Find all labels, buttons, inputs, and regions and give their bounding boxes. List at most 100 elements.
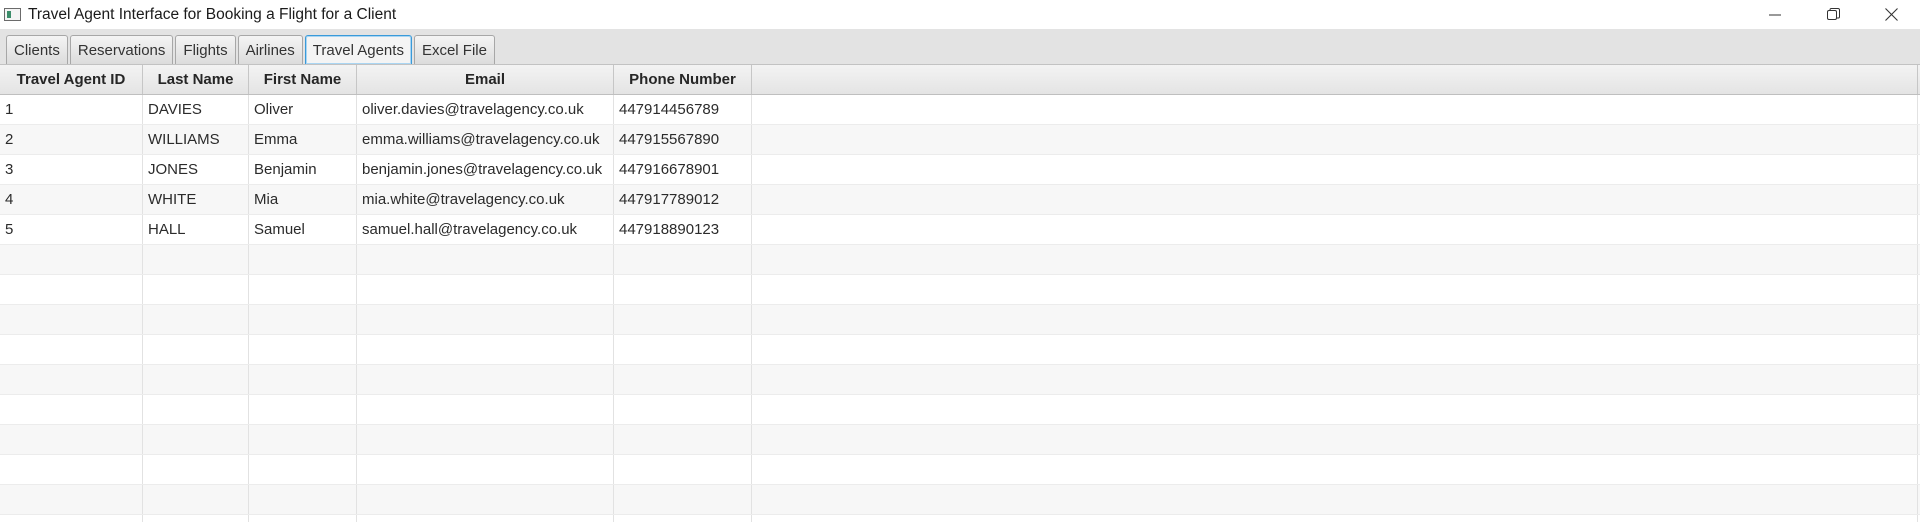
- empty-cell: [143, 515, 249, 522]
- tab-travel-agents[interactable]: Travel Agents: [304, 35, 412, 64]
- empty-cell: [143, 455, 249, 484]
- empty-cell: [357, 515, 614, 522]
- empty-cell: [143, 335, 249, 364]
- cell-filler: [752, 425, 1918, 454]
- table-header-row: Travel Agent ID Last Name First Name Ema…: [0, 65, 1920, 95]
- empty-cell: [143, 275, 249, 304]
- cell-email: samuel.hall@travelagency.co.uk: [357, 215, 614, 244]
- cell-phone-number: 447915567890: [614, 125, 752, 154]
- empty-cell: [357, 305, 614, 334]
- empty-cell: [357, 245, 614, 274]
- empty-cell: [249, 455, 357, 484]
- cell-filler: [752, 185, 1918, 214]
- tab-flights[interactable]: Flights: [175, 35, 236, 64]
- empty-table-row: [0, 305, 1920, 335]
- empty-cell: [143, 305, 249, 334]
- java-app-icon: [4, 8, 21, 21]
- empty-cell: [143, 365, 249, 394]
- empty-cell: [614, 425, 752, 454]
- table-row[interactable]: 3 JONES Benjamin benjamin.jones@travelag…: [0, 155, 1920, 185]
- empty-cell: [614, 515, 752, 522]
- empty-table-row: [0, 395, 1920, 425]
- empty-table-row: [0, 275, 1920, 305]
- table-row[interactable]: 1 DAVIES Oliver oliver.davies@travelagen…: [0, 95, 1920, 125]
- empty-table-row: [0, 515, 1920, 522]
- empty-cell: [249, 515, 357, 522]
- empty-cell: [0, 245, 143, 274]
- empty-cell: [614, 455, 752, 484]
- empty-cell: [614, 305, 752, 334]
- empty-cell: [249, 425, 357, 454]
- cell-first-name: Oliver: [249, 95, 357, 124]
- table-row[interactable]: 5 HALL Samuel samuel.hall@travelagency.c…: [0, 215, 1920, 245]
- tab-label: Airlines: [245, 41, 295, 59]
- empty-cell: [357, 455, 614, 484]
- cell-filler: [752, 155, 1918, 184]
- tab-label: Excel File: [421, 41, 487, 59]
- column-header-first-name[interactable]: First Name: [249, 65, 357, 94]
- cell-email: oliver.davies@travelagency.co.uk: [357, 95, 614, 124]
- column-header-travel-agent-id[interactable]: Travel Agent ID: [0, 65, 143, 94]
- tab-list: Clients Reservations Flights Airlines Tr…: [6, 35, 497, 64]
- empty-cell: [0, 305, 143, 334]
- cell-filler: [752, 305, 1918, 334]
- cell-travel-agent-id: 4: [0, 185, 143, 214]
- tab-label: Clients: [14, 41, 60, 59]
- empty-cell: [0, 395, 143, 424]
- cell-first-name: Samuel: [249, 215, 357, 244]
- empty-cell: [0, 425, 143, 454]
- cell-first-name: Benjamin: [249, 155, 357, 184]
- empty-cell: [249, 335, 357, 364]
- tab-reservations[interactable]: Reservations: [69, 35, 174, 64]
- empty-cell: [249, 245, 357, 274]
- minimize-icon: [1769, 14, 1781, 15]
- cell-filler: [752, 95, 1918, 124]
- cell-email: mia.white@travelagency.co.uk: [357, 185, 614, 214]
- cell-last-name: JONES: [143, 155, 249, 184]
- tab-airlines[interactable]: Airlines: [237, 35, 303, 64]
- cell-first-name: Emma: [249, 125, 357, 154]
- empty-cell: [0, 515, 143, 522]
- column-header-phone-number[interactable]: Phone Number: [614, 65, 752, 94]
- travel-agents-table[interactable]: Travel Agent ID Last Name First Name Ema…: [0, 65, 1920, 522]
- table-row[interactable]: 2 WILLIAMS Emma emma.williams@travelagen…: [0, 125, 1920, 155]
- window-title: Travel Agent Interface for Booking a Fli…: [28, 5, 397, 23]
- cell-filler: [752, 215, 1918, 244]
- cell-filler: [752, 125, 1918, 154]
- tab-excel-file[interactable]: Excel File: [413, 35, 495, 64]
- column-header-email[interactable]: Email: [357, 65, 614, 94]
- empty-cell: [249, 275, 357, 304]
- empty-cell: [614, 485, 752, 514]
- empty-cell: [143, 395, 249, 424]
- cell-filler: [752, 245, 1918, 274]
- empty-table-row: [0, 455, 1920, 485]
- tab-clients[interactable]: Clients: [6, 35, 68, 64]
- empty-cell: [357, 365, 614, 394]
- restore-button[interactable]: [1804, 0, 1862, 29]
- empty-cell: [614, 335, 752, 364]
- table-body: 1 DAVIES Oliver oliver.davies@travelagen…: [0, 95, 1920, 522]
- empty-table-row: [0, 245, 1920, 275]
- cell-travel-agent-id: 1: [0, 95, 143, 124]
- title-bar: Travel Agent Interface for Booking a Fli…: [0, 0, 1920, 29]
- empty-cell: [249, 485, 357, 514]
- cell-filler: [752, 515, 1918, 522]
- table-row[interactable]: 4 WHITE Mia mia.white@travelagency.co.uk…: [0, 185, 1920, 215]
- empty-cell: [614, 275, 752, 304]
- column-header-last-name[interactable]: Last Name: [143, 65, 249, 94]
- tab-label: Reservations: [77, 41, 166, 59]
- cell-email: emma.williams@travelagency.co.uk: [357, 125, 614, 154]
- minimize-button[interactable]: [1746, 0, 1804, 29]
- cell-last-name: HALL: [143, 215, 249, 244]
- empty-cell: [249, 305, 357, 334]
- empty-table-row: [0, 335, 1920, 365]
- window-controls: [1746, 0, 1920, 29]
- cell-travel-agent-id: 2: [0, 125, 143, 154]
- empty-cell: [357, 395, 614, 424]
- empty-cell: [0, 275, 143, 304]
- restore-icon: [1826, 8, 1840, 20]
- empty-table-row: [0, 425, 1920, 455]
- column-header-filler: [752, 65, 1918, 94]
- cell-travel-agent-id: 5: [0, 215, 143, 244]
- close-button[interactable]: [1862, 0, 1920, 29]
